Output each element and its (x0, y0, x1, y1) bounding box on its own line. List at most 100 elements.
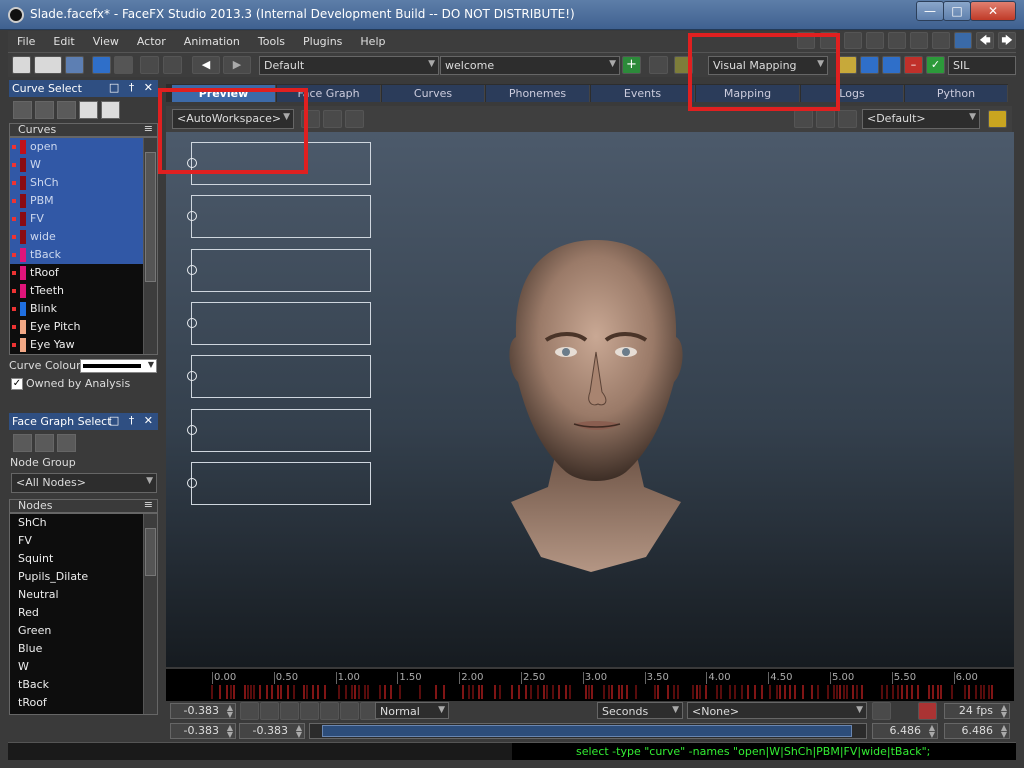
paste-icon[interactable] (101, 101, 120, 119)
animation-dropdown[interactable]: welcome ▼ (440, 56, 620, 75)
toolbar-blank-button[interactable] (866, 32, 884, 49)
camera-dropdown[interactable]: <Default> ▼ (862, 109, 980, 129)
minimize-button[interactable]: — (916, 1, 944, 21)
current-time-field[interactable]: -0.383 ▲ ▼ (170, 703, 236, 719)
end-time-field-2[interactable]: 6.486 ▲ ▼ (944, 723, 1010, 739)
node-item[interactable]: Pupils_Dilate (10, 568, 157, 586)
owned-by-analysis-checkbox[interactable]: ✓ (11, 378, 23, 390)
range-start-field-2[interactable]: -0.383 ▲ ▼ (239, 723, 305, 739)
curve-visibility-icon[interactable] (12, 199, 16, 203)
toolbar-blank-button[interactable] (932, 32, 950, 49)
time-units-dropdown[interactable]: Seconds ▼ (597, 702, 683, 719)
stop-icon[interactable] (300, 702, 319, 720)
panel-controls-icon[interactable]: □ † ✕ (109, 81, 156, 94)
node-group-dropdown[interactable]: <All Nodes> ▼ (11, 473, 157, 493)
node-item[interactable]: Blue (10, 640, 157, 658)
menu-tools[interactable]: Tools (249, 31, 294, 48)
add-animation-icon[interactable]: + (622, 56, 641, 74)
tab-python[interactable]: Python (905, 85, 1008, 102)
curves-list-header[interactable]: Curves ≡ (9, 123, 158, 137)
node-item[interactable]: W (10, 658, 157, 676)
curve-visibility-icon[interactable] (12, 235, 16, 239)
menu-animation[interactable]: Animation (175, 31, 249, 48)
timeline-scrollbar[interactable] (309, 723, 867, 739)
node-item[interactable]: tBack (10, 676, 157, 694)
curve-item[interactable]: Eye Yaw (10, 336, 157, 354)
curve-visibility-icon[interactable] (12, 325, 16, 329)
node-item[interactable]: FV (10, 532, 157, 550)
curve-brush-icon[interactable] (13, 101, 32, 119)
camera-add-icon[interactable] (816, 110, 835, 128)
node-copy-icon[interactable] (57, 434, 76, 452)
link-icon[interactable] (882, 56, 901, 74)
curve-item[interactable]: tRoof (10, 264, 157, 282)
copy-icon[interactable] (79, 101, 98, 119)
fps-field[interactable]: 24 fps ▲ ▼ (944, 703, 1010, 719)
curve-visibility-icon[interactable] (12, 145, 16, 149)
curve-visibility-icon[interactable] (12, 253, 16, 257)
curve-item[interactable]: Eye Pitch (10, 318, 157, 336)
forward-arrow-icon[interactable]: 🡆 (998, 32, 1016, 49)
camera-icon[interactable] (794, 110, 813, 128)
menu-actor[interactable]: Actor (128, 31, 175, 48)
rewind-icon[interactable] (260, 702, 279, 720)
undo-icon[interactable] (92, 56, 111, 74)
remove-icon[interactable]: – (904, 56, 923, 74)
curve-item[interactable]: FV (10, 210, 157, 228)
sync-icon[interactable] (872, 702, 891, 720)
play-icon[interactable] (320, 702, 339, 720)
slot-knob[interactable] (187, 424, 197, 435)
curve-visibility-icon[interactable] (12, 163, 16, 167)
step-back-icon[interactable] (280, 702, 299, 720)
curve-item[interactable]: open (10, 138, 157, 156)
workspace-dropdown[interactable]: Default ▼ (259, 56, 439, 75)
toolbar-blank-button[interactable] (888, 32, 906, 49)
menu-file[interactable]: File (8, 31, 44, 48)
curve-item[interactable]: tTeeth (10, 282, 157, 300)
back-arrow-icon[interactable]: 🡄 (976, 32, 994, 49)
camera-remove-icon[interactable] (838, 110, 857, 128)
analyze-icon[interactable] (140, 56, 159, 74)
command-output[interactable]: select -type "curve" -names "open|W|ShCh… (512, 743, 1016, 760)
curve-brush3-icon[interactable] (57, 101, 76, 119)
slot-knob[interactable] (187, 371, 197, 382)
panel-controls-icon[interactable]: □ † ✕ (109, 414, 156, 427)
curve-brush2-icon[interactable] (35, 101, 54, 119)
workspace-slider-slot[interactable] (187, 408, 371, 452)
batch-icon[interactable] (163, 56, 182, 74)
phoneme-field[interactable]: SIL (948, 56, 1016, 75)
curve-item[interactable]: W (10, 156, 157, 174)
magic-wand-icon[interactable] (838, 56, 857, 74)
tab-phonemes[interactable]: Phonemes (486, 85, 590, 102)
new-file-icon[interactable] (12, 56, 31, 74)
magnet-snap-icon[interactable] (918, 702, 937, 720)
maximize-button[interactable]: □ (943, 1, 971, 21)
magnet-icon[interactable] (860, 56, 879, 74)
timeline-ruler[interactable]: 0.00 0.50 1.00 1.50 2.00 2.50 3.00 3.50 4.00 4.50… (166, 669, 1014, 701)
toolbar-blank-button[interactable] (844, 32, 862, 49)
save-icon[interactable] (65, 56, 84, 74)
workspace-slider-slot[interactable] (187, 301, 371, 345)
slot-knob[interactable] (187, 477, 197, 488)
clapper-icon[interactable] (649, 56, 668, 74)
loop-icon[interactable] (240, 702, 259, 720)
tab-curves[interactable]: Curves (382, 85, 485, 102)
menu-help[interactable]: Help (351, 31, 394, 48)
redo-icon[interactable] (114, 56, 133, 74)
workspace-edit-icon[interactable] (323, 110, 342, 128)
curves-scrollbar[interactable] (143, 138, 157, 354)
workspace-slider-slot[interactable] (187, 195, 371, 239)
curve-visibility-icon[interactable] (12, 271, 16, 275)
node-item[interactable]: tRoof (10, 694, 157, 712)
menu-plugins[interactable]: Plugins (294, 31, 351, 48)
curve-visibility-icon[interactable] (12, 217, 16, 221)
close-button[interactable]: ✕ (970, 1, 1016, 21)
curve-visibility-icon[interactable] (12, 289, 16, 293)
curve-visibility-icon[interactable] (12, 181, 16, 185)
menu-view[interactable]: View (84, 31, 128, 48)
curves-list[interactable]: open W ShCh PBM FV wide tBack tRoof tTeeth Blink E… (9, 137, 158, 355)
curve-colour-picker[interactable]: ▼ (80, 359, 157, 373)
node-item[interactable]: Green (10, 622, 157, 640)
playback-mode-dropdown[interactable]: Normal ▼ (375, 702, 449, 719)
slot-knob[interactable] (187, 264, 197, 275)
